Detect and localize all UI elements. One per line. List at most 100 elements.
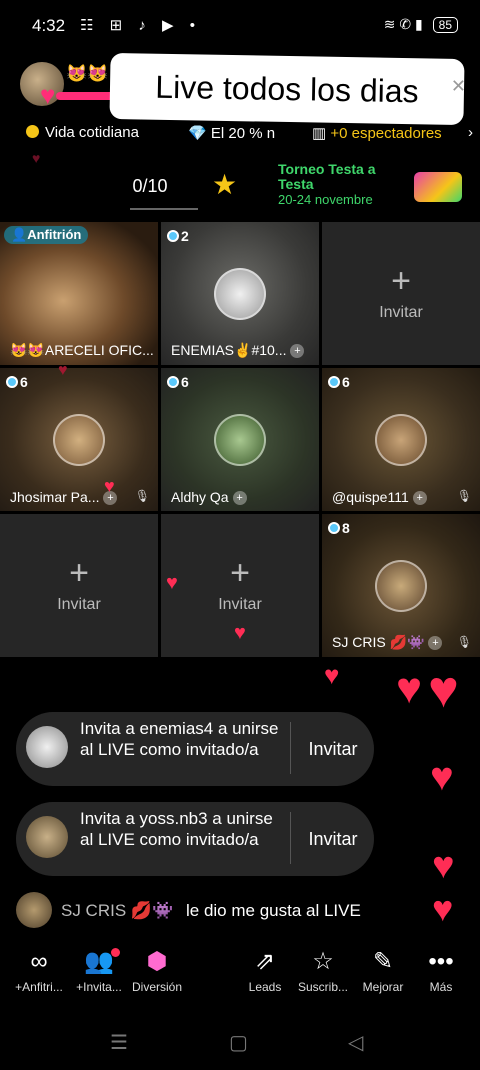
add-icon[interactable]: + <box>290 344 305 358</box>
viewer-count-badge: 8 <box>328 520 350 536</box>
system-nav-bar: ☰ ▢ ◁ <box>0 1028 480 1058</box>
wand-icon: ✎ <box>372 948 394 975</box>
heart-icon: ♥ <box>166 572 178 594</box>
invite-suggestion-card: Invita a enemias4 a unirse al LIVE como … <box>16 712 374 786</box>
avatar <box>214 268 266 320</box>
subscribe-button[interactable]: ☆ Suscrib... <box>292 944 354 994</box>
plus-icon: + <box>391 262 411 300</box>
comment-message: le dio me gusta al LIVE <box>186 901 361 920</box>
heart-icon: ♥ <box>432 888 454 929</box>
guest-name: @quispe111 + <box>332 489 427 505</box>
tournament-title: Torneo Testa a Testa <box>278 161 376 192</box>
person-icon: 👤 <box>11 227 28 242</box>
guest-name: SJ CRIS 💋👾 + <box>332 634 443 651</box>
heart-icon: ♥ <box>104 476 115 496</box>
recent-apps-icon[interactable]: ☰ <box>110 1030 128 1055</box>
invite-guest-button[interactable]: 👥 +Invita... <box>68 944 130 994</box>
notification-dot <box>111 948 120 957</box>
home-icon[interactable]: ▢ <box>229 1030 248 1055</box>
heart-icon: ♥ <box>324 660 340 690</box>
fun-button[interactable]: ⬢ Diversión <box>126 944 188 994</box>
avatar <box>26 816 68 858</box>
invite-label: Invitar <box>218 596 262 613</box>
percent-chip[interactable]: 💎 El 20 % n <box>188 124 275 142</box>
invite-slot[interactable]: + Invitar <box>322 222 480 365</box>
tournament-dates: 20-24 novembre <box>278 192 373 207</box>
guest-cell[interactable]: 8 SJ CRIS 💋👾 + 🎙 <box>322 514 480 657</box>
invite-button[interactable]: Invitar <box>298 712 368 786</box>
heart-icon: ♥ <box>40 80 56 110</box>
tournament-banner[interactable]: Torneo Testa a Testa 20-24 novembre <box>278 161 398 208</box>
heart-icon: ♥ <box>396 664 423 713</box>
divider <box>290 722 291 774</box>
host-badge: 👤Anfitrión <box>4 226 89 244</box>
host-cell[interactable]: 👤Anfitrión 😻😻ARECELI OFIC... <box>0 222 158 365</box>
guest-name: Jhosimar Pa... + <box>10 489 118 505</box>
add-icon[interactable]: + <box>428 636 443 650</box>
add-icon[interactable]: + <box>412 491 427 505</box>
guest-cell[interactable]: 6 Jhosimar Pa... + 🎙 <box>0 368 158 511</box>
avatar <box>214 414 266 466</box>
guest-counter: 0/10 <box>132 176 168 196</box>
invite-suggestion-card: Invita a yoss.nb3 a unirse al LIVE como … <box>16 802 374 876</box>
progress-bar <box>56 92 116 100</box>
leads-button[interactable]: ⇗ Leads <box>234 944 296 994</box>
signal-icon: ≋ ✆ ▮ <box>383 16 423 32</box>
live-meta-row: Vida cotidiana 💎 El 20 % n ▥ +0 espectad… <box>0 122 480 144</box>
mic-muted-icon: 🎙 <box>456 635 472 649</box>
add-host-button[interactable]: ∞ +Anfitri... <box>8 944 70 994</box>
live-title-card: Live todos los dias <box>109 52 465 126</box>
plus-icon: + <box>230 554 250 592</box>
viewers-chip[interactable]: ▥ +0 espectadores <box>312 124 442 142</box>
avatar[interactable] <box>16 892 52 928</box>
guest-name: ENEMIAS✌️#10... + <box>171 342 305 359</box>
gift-icon[interactable] <box>414 172 462 202</box>
invite-slot[interactable]: + Invitar <box>0 514 158 657</box>
close-icon[interactable]: ✕ <box>451 76 466 97</box>
status-time: 4:32 <box>32 16 66 35</box>
heart-icon: ♥ <box>234 622 246 644</box>
comment-user[interactable]: SJ CRIS 💋👾 <box>61 901 173 921</box>
notification-icons: ☷ ⊞ ♪ ▶ • <box>80 17 201 34</box>
heart-icon: ♥ <box>430 755 454 799</box>
host-emoji: 😻😻 <box>66 64 109 83</box>
avatar <box>26 726 68 768</box>
invite-label: Invitar <box>379 304 423 321</box>
diamond-icon: 💎 <box>188 125 211 142</box>
heart-icon: ♥ <box>58 362 68 379</box>
invite-text: Invita a yoss.nb3 a unirse al LIVE como … <box>80 809 273 849</box>
invite-text: Invita a enemias4 a unirse al LIVE como … <box>80 719 279 759</box>
mic-muted-icon: 🎙 <box>456 489 472 503</box>
guest-cell[interactable]: 6 @quispe111 + 🎙 <box>322 368 480 511</box>
status-right: ≋ ✆ ▮ 85 <box>384 16 458 33</box>
enhance-button[interactable]: ✎ Mejorar <box>352 944 414 994</box>
star-icon[interactable]: ★ <box>212 168 237 201</box>
host-name: 😻😻ARECELI OFIC... <box>10 342 154 358</box>
invite-button[interactable]: Invitar <box>298 802 368 876</box>
counter-underline <box>130 208 198 210</box>
heart-icon: ♥ <box>432 845 455 887</box>
divider <box>290 812 291 864</box>
guest-cell[interactable]: 6 Aldhy Qa + <box>161 368 319 511</box>
more-icon: ••• <box>428 948 454 975</box>
invite-label: Invitar <box>57 596 101 613</box>
chevron-right-icon[interactable]: › <box>468 124 473 141</box>
plus-icon: + <box>69 554 89 592</box>
back-icon[interactable]: ◁ <box>348 1030 363 1055</box>
bars-icon: ▥ <box>312 125 331 142</box>
more-button[interactable]: ••• Más <box>410 944 472 994</box>
avatar <box>375 414 427 466</box>
category-chip[interactable]: Vida cotidiana <box>26 124 139 141</box>
heart-icon: ♥ <box>428 661 459 719</box>
cube-icon: ⬢ <box>146 948 168 975</box>
guest-name: Aldhy Qa + <box>171 489 247 505</box>
viewer-count-badge: 6 <box>6 374 28 390</box>
add-icon[interactable]: + <box>232 491 247 505</box>
guest-cell[interactable]: 2 ENEMIAS✌️#10... + <box>161 222 319 365</box>
link-icon: ∞ <box>30 948 48 975</box>
people-icon: 👥 <box>84 948 114 975</box>
battery-icon: 85 <box>432 17 458 33</box>
heart-icon: ♥ <box>32 150 41 166</box>
viewer-count-badge: 6 <box>167 374 189 390</box>
avatar <box>53 414 105 466</box>
